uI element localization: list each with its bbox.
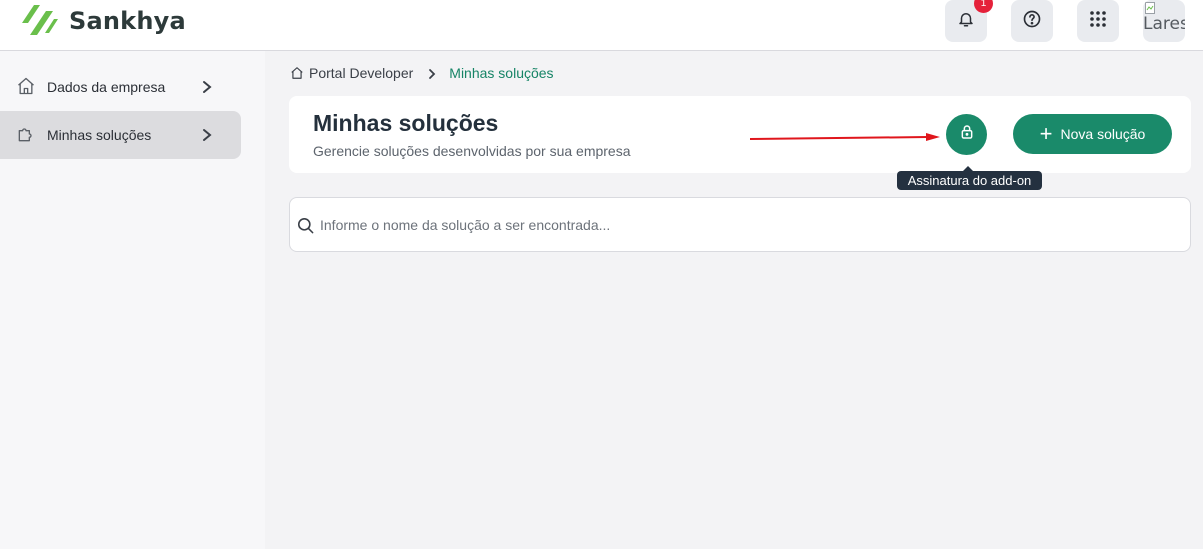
- sidebar: Dados da empresa Minhas soluções: [0, 51, 265, 549]
- solution-search-box[interactable]: [289, 197, 1191, 252]
- bell-icon: [957, 10, 975, 33]
- avatar-alt-text: Lares: [1143, 14, 1185, 34]
- chevron-right-icon: [426, 67, 438, 79]
- lock-tooltip: Assinatura do add-on: [897, 171, 1042, 190]
- page-subtitle: Gerencie soluções desenvolvidas por sua …: [313, 143, 631, 159]
- lock-icon: [959, 124, 975, 145]
- search-icon: [296, 216, 315, 235]
- breadcrumb-item-portal-developer[interactable]: Portal Developer: [309, 65, 413, 81]
- user-avatar[interactable]: Lares: [1143, 0, 1185, 42]
- chevron-right-icon: [200, 79, 214, 95]
- home-icon: [16, 76, 36, 96]
- addon-signature-button[interactable]: [946, 114, 987, 155]
- help-circle-icon: [1022, 9, 1042, 34]
- sidebar-item-dados-da-empresa[interactable]: Dados da empresa: [0, 63, 241, 111]
- brand-name: Sankhya: [69, 7, 186, 35]
- puzzle-icon: [16, 124, 36, 144]
- grid-dots-icon: [1089, 10, 1107, 33]
- sidebar-item-label: Minhas soluções: [47, 127, 152, 143]
- top-bar: Sankhya 1 Lares: [0, 0, 1203, 51]
- search-input[interactable]: [320, 215, 1160, 235]
- breadcrumb: Portal Developer Minhas soluções: [290, 65, 554, 81]
- sankhya-logo[interactable]: Sankhya: [20, 3, 186, 39]
- notifications-button[interactable]: 1: [945, 0, 993, 42]
- chevron-right-icon: [200, 127, 214, 143]
- new-solution-label: Nova solução: [1060, 126, 1146, 142]
- breadcrumb-item-current: Minhas soluções: [449, 65, 554, 81]
- new-solution-button[interactable]: + Nova solução: [1013, 114, 1172, 154]
- help-button[interactable]: [1011, 0, 1053, 42]
- plus-icon: +: [1039, 121, 1053, 146]
- sidebar-item-minhas-solucoes[interactable]: Minhas soluções: [0, 111, 241, 159]
- sidebar-item-label: Dados da empresa: [47, 79, 166, 95]
- notification-badge: 1: [974, 0, 993, 13]
- annotation-arrow: [749, 133, 940, 141]
- page-title: Minhas soluções: [313, 110, 499, 136]
- apps-menu-button[interactable]: [1077, 0, 1119, 42]
- sankhya-logo-mark-icon: [20, 3, 60, 39]
- home-icon: [290, 66, 304, 80]
